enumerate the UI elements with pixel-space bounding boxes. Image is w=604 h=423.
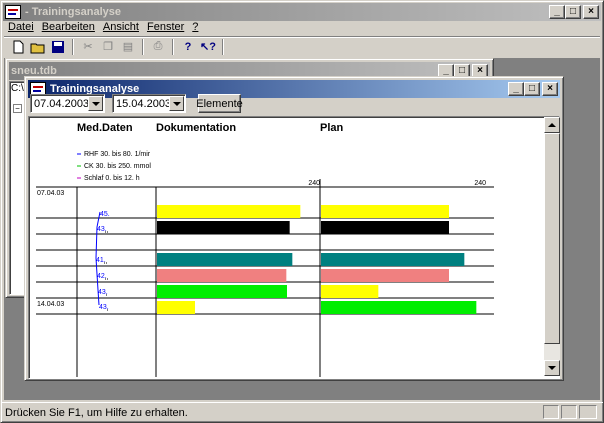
doc-bar	[157, 253, 293, 266]
date-label: 14.04.03	[37, 301, 64, 308]
toolbar-separator	[172, 38, 174, 55]
date-to-value: 15.04.2003	[116, 97, 172, 110]
menu-bearbeiten[interactable]: Bearbeiten	[38, 21, 99, 33]
status-panel	[543, 405, 559, 419]
date-from-value: 07.04.2003	[34, 97, 90, 110]
status-text: Drücken Sie F1, um Hilfe zu erhalten.	[5, 406, 188, 419]
analysis-titlebar[interactable]: Trainingsanalyse _ □ ×	[28, 80, 560, 98]
toolbar-separator	[142, 38, 144, 55]
doc-bar	[157, 221, 290, 234]
tree-root-label: C:\	[11, 83, 24, 94]
date-to-select[interactable]: 15.04.2003	[112, 94, 186, 113]
doc-bar	[157, 269, 287, 282]
menu-help[interactable]: ?	[188, 21, 202, 33]
rhf-value-label: 45.	[100, 211, 110, 218]
doc-bar	[157, 205, 301, 218]
menu-bar: Datei Bearbeiten Ansicht Fenster ?	[4, 18, 600, 36]
doc-bar	[157, 285, 287, 298]
vertical-scrollbar[interactable]	[544, 117, 560, 376]
close-button[interactable]: ×	[583, 5, 599, 19]
status-panel	[561, 405, 577, 419]
minimize-button[interactable]: _	[549, 5, 565, 19]
help-icon[interactable]: ?	[178, 38, 198, 56]
maximize-button[interactable]: □	[565, 5, 581, 19]
analysis-window: Trainingsanalyse _ □ × 07.04.2003 15.04.…	[24, 76, 564, 381]
paste-icon[interactable]: ▤	[118, 38, 138, 56]
plan-bar	[321, 205, 449, 218]
save-icon[interactable]	[48, 38, 68, 56]
plan-bar	[321, 285, 379, 298]
toolbar-separator	[72, 38, 74, 55]
main-title: - Trainingsanalyse	[25, 6, 121, 18]
status-bar: Drücken Sie F1, um Hilfe zu erhalten.	[1, 402, 603, 422]
copy-icon[interactable]: ❐	[98, 38, 118, 56]
toolbar-separator	[222, 38, 224, 55]
header-med-daten: Med.Daten	[77, 122, 133, 134]
menu-datei[interactable]: Datei	[4, 21, 38, 33]
status-panel	[579, 405, 597, 419]
training-chart: Med.Daten Dokumentation Plan RHF 30. bis 80…	[36, 122, 494, 377]
scroll-down-button[interactable]	[544, 360, 560, 376]
analysis-minimize-button[interactable]: _	[508, 82, 524, 96]
doc-scale-label: 240	[308, 180, 320, 187]
cut-icon[interactable]: ✂	[78, 38, 98, 56]
chevron-down-icon[interactable]	[88, 96, 103, 111]
chart-view: Med.Daten Dokumentation Plan RHF 30. bis 80…	[28, 116, 560, 379]
plan-bar	[321, 221, 449, 234]
doc-bar	[157, 301, 195, 314]
legend-label: RHF 30. bis 80. 1/mir	[84, 151, 151, 158]
menu-ansicht[interactable]: Ansicht	[99, 21, 143, 33]
chevron-down-icon[interactable]	[169, 96, 184, 111]
app-icon[interactable]	[5, 5, 21, 19]
legend-label: CK 30. bis 250. mmol	[84, 163, 151, 170]
plan-bar	[321, 301, 477, 314]
header-dokumentation: Dokumentation	[156, 122, 236, 134]
plan-scale-label: 240	[474, 180, 486, 187]
plan-bar	[321, 269, 449, 282]
analysis-close-button[interactable]: ×	[542, 82, 558, 96]
header-plan: Plan	[320, 122, 344, 134]
elements-button[interactable]: Elemente	[196, 94, 243, 113]
date-label: 07.04.03	[37, 190, 64, 197]
date-from-select[interactable]: 07.04.2003	[30, 94, 105, 113]
scroll-thumb[interactable]	[544, 133, 560, 344]
new-file-icon[interactable]	[8, 38, 28, 56]
tree-expand-icon[interactable]: −	[13, 104, 22, 113]
menu-fenster[interactable]: Fenster	[143, 21, 188, 33]
context-help-icon[interactable]: ↖?	[198, 38, 218, 56]
legend-label: Schlaf 0. bis 12. h	[84, 175, 140, 182]
toolbar: ✂ ❐ ▤ ⎙ ? ↖?	[4, 36, 600, 56]
scroll-up-button[interactable]	[544, 117, 560, 133]
plan-bar	[321, 253, 465, 266]
analysis-maximize-button[interactable]: □	[524, 82, 540, 96]
print-icon[interactable]: ⎙	[148, 38, 168, 56]
open-folder-icon[interactable]	[28, 38, 48, 56]
